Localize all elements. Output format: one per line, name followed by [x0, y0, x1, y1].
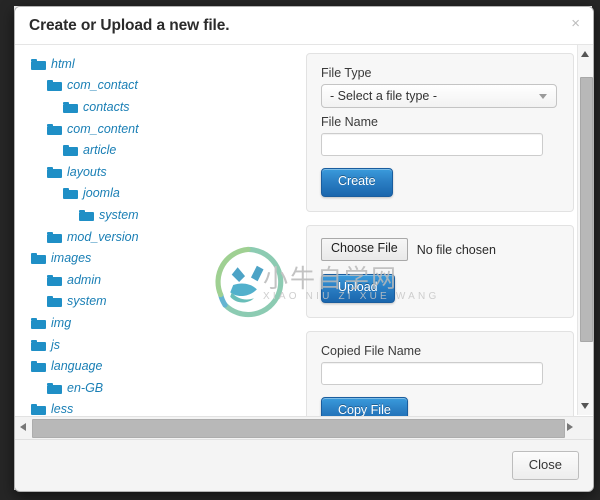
tree-item[interactable]: com_content [15, 118, 291, 140]
folder-icon [47, 166, 62, 178]
tree-item-label: images [51, 251, 91, 265]
tree-item[interactable]: mod_version [15, 226, 291, 248]
tree-item[interactable]: html [15, 53, 291, 75]
screen: C Create or Upload a new file. × htmlcom… [0, 0, 600, 500]
file-name-label: File Name [321, 115, 559, 129]
tree-item-label: admin [67, 273, 101, 287]
tree-item-label: com_contact [67, 78, 138, 92]
create-button[interactable]: Create [321, 168, 393, 197]
create-file-panel: File Type - Select a file type - File Na… [306, 53, 574, 212]
scroll-left-icon[interactable] [20, 423, 26, 431]
tree-item[interactable]: language [15, 355, 291, 377]
modal-header: Create or Upload a new file. × [15, 7, 593, 45]
tree-item[interactable]: system [15, 291, 291, 313]
tree-item-label: system [67, 294, 107, 308]
folder-icon [31, 360, 46, 372]
file-tree[interactable]: html com_contact contacts com_contentarticl… [15, 45, 291, 415]
create-or-upload-modal: Create or Upload a new file. × html com_c… [14, 6, 594, 492]
tree-item-label: language [51, 359, 102, 373]
action-panels: File Type - Select a file type - File Na… [306, 53, 574, 439]
tree-item[interactable]: js [15, 334, 291, 356]
tree-item-label: joomla [83, 186, 120, 200]
folder-icon [31, 252, 46, 264]
folder-icon [63, 101, 78, 113]
tree-item[interactable]: joomla [15, 183, 291, 205]
file-type-selected-value: - Select a file type - [330, 89, 437, 103]
copied-file-name-input[interactable] [321, 362, 543, 385]
folder-icon [47, 274, 62, 286]
upload-file-panel: Choose File No file chosen Upload [306, 225, 574, 318]
tree-item[interactable]: article [15, 139, 291, 161]
scroll-right-icon[interactable] [567, 423, 573, 431]
file-chooser-row: Choose File No file chosen [321, 238, 559, 262]
folder-icon [47, 123, 62, 135]
choose-file-button[interactable]: Choose File [321, 238, 408, 261]
folder-icon [63, 187, 78, 199]
tree-item[interactable]: layouts [15, 161, 291, 183]
folder-icon [31, 403, 46, 415]
tree-item[interactable]: com_contact [15, 75, 291, 97]
tree-item[interactable]: admin [15, 269, 291, 291]
folder-icon [31, 58, 46, 70]
tree-item-label: system [99, 208, 139, 222]
tree-item-label: contacts [83, 100, 130, 114]
tree-item-label: en-GB [67, 381, 103, 395]
chevron-down-icon [539, 94, 547, 99]
scroll-down-icon[interactable] [581, 403, 589, 409]
scroll-viewport: html com_contact contacts com_contentarticl… [15, 45, 593, 439]
folder-icon [63, 144, 78, 156]
folder-icon [47, 382, 62, 394]
folder-icon [31, 317, 46, 329]
scroll-up-icon[interactable] [581, 51, 589, 57]
vertical-scroll-thumb[interactable] [580, 77, 593, 342]
file-name-input[interactable] [321, 133, 543, 156]
tree-item-label: mod_version [67, 230, 139, 244]
tree-item-label: html [51, 57, 75, 71]
tree-item-label: layouts [67, 165, 107, 179]
copied-file-name-label: Copied File Name [321, 344, 559, 358]
tree-item[interactable]: images [15, 247, 291, 269]
modal-footer: Close [15, 439, 593, 491]
tree-item-label: article [83, 143, 116, 157]
tree-item[interactable]: img [15, 312, 291, 334]
folder-icon [47, 231, 62, 243]
tree-item-label: js [51, 338, 60, 352]
folder-icon [47, 295, 62, 307]
tree-item[interactable]: system [15, 204, 291, 226]
tree-item-label: less [51, 402, 73, 415]
vertical-scrollbar[interactable] [577, 45, 593, 415]
file-type-select[interactable]: - Select a file type - [321, 84, 557, 108]
folder-icon [31, 339, 46, 351]
upload-button[interactable]: Upload [321, 274, 395, 303]
no-file-chosen-label: No file chosen [417, 243, 496, 257]
horizontal-scrollbar[interactable] [15, 416, 593, 439]
tree-item-label: img [51, 316, 71, 330]
folder-icon [79, 209, 94, 221]
tree-item[interactable]: en-GB [15, 377, 291, 399]
modal-body: html com_contact contacts com_contentarticl… [15, 45, 593, 439]
close-button[interactable]: Close [512, 451, 579, 480]
folder-icon [47, 79, 62, 91]
tree-item[interactable]: less [15, 399, 291, 416]
close-icon[interactable]: × [571, 16, 580, 31]
file-type-label: File Type [321, 66, 559, 80]
tree-item-label: com_content [67, 122, 139, 136]
tree-item[interactable]: contacts [15, 96, 291, 118]
horizontal-scroll-thumb[interactable] [32, 419, 565, 438]
page-title: Create or Upload a new file. [29, 17, 229, 35]
window-frame-left [0, 0, 14, 500]
